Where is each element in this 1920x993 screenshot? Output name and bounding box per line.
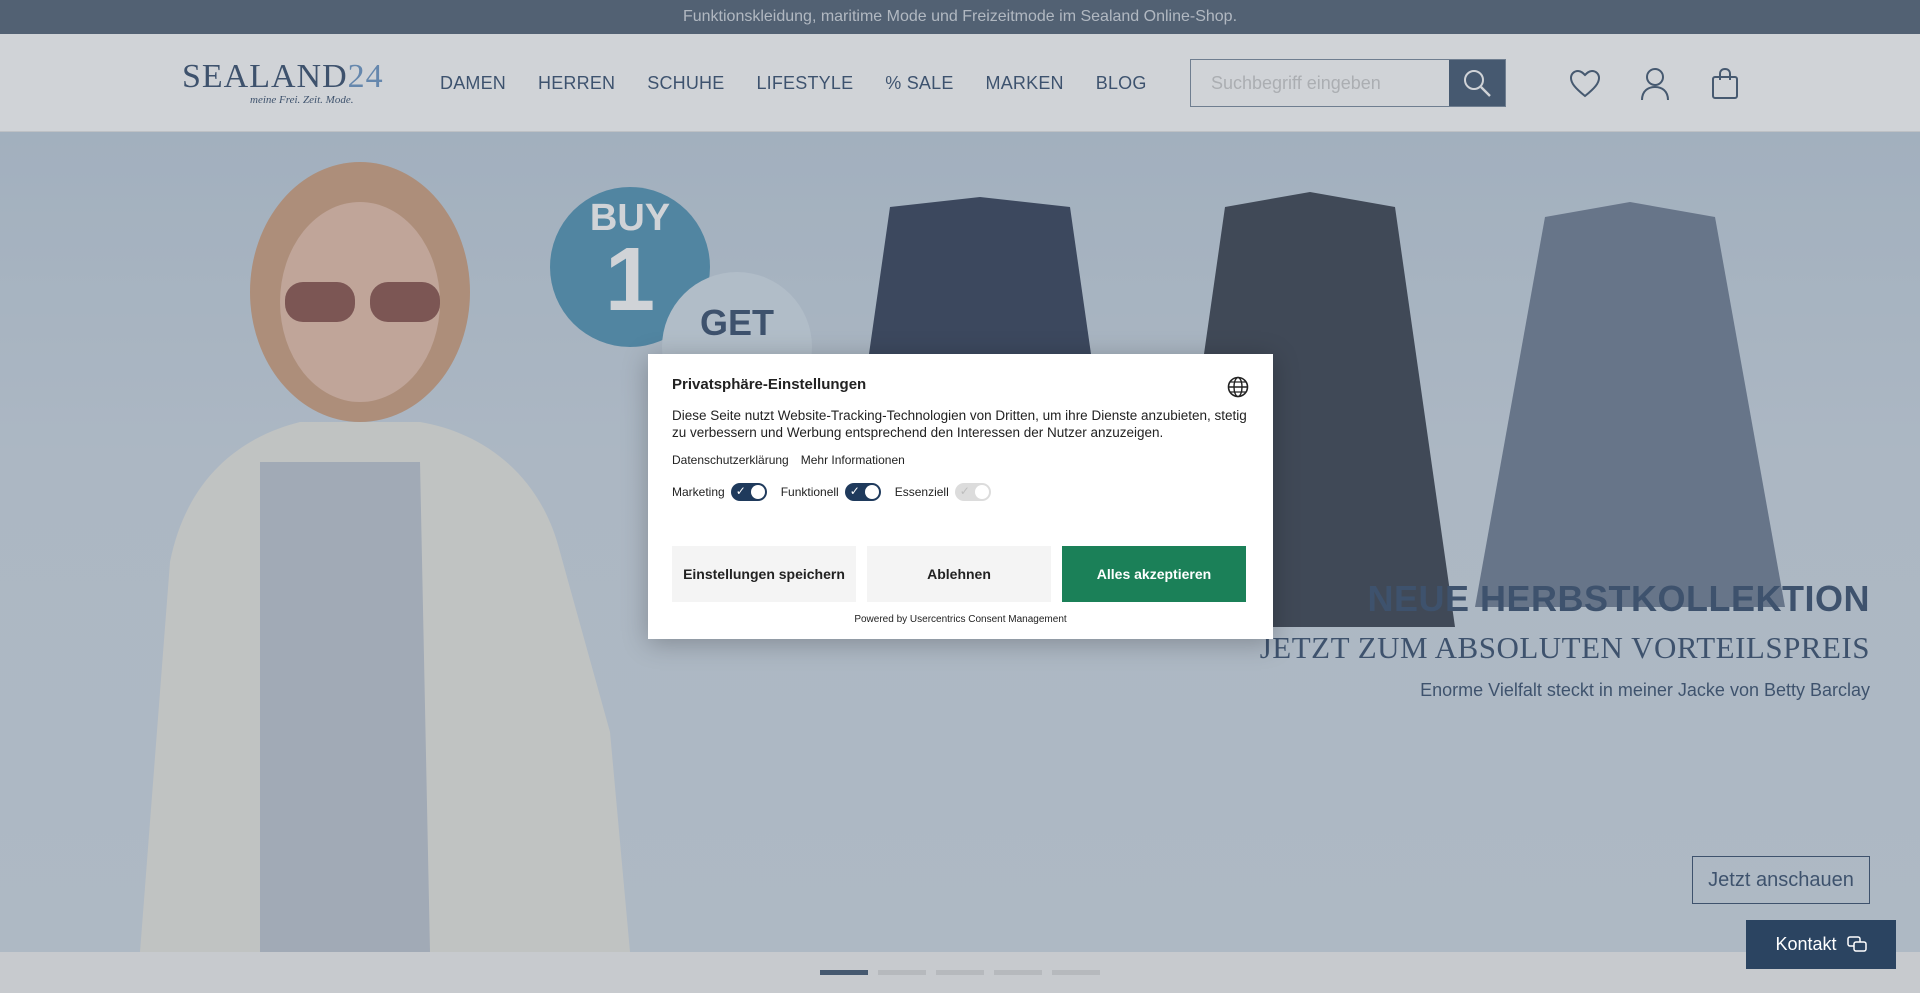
check-icon: ✓ xyxy=(849,484,860,498)
kontakt-button[interactable]: Kontakt xyxy=(1746,920,1896,969)
marketing-switch[interactable]: ✓ xyxy=(730,483,767,501)
consent-buttons: Einstellungen speichern Ablehnen Alles a… xyxy=(672,546,1246,602)
toggle-marketing-label: Marketing xyxy=(672,485,725,499)
reject-button[interactable]: Ablehnen xyxy=(867,546,1051,602)
powered-by-text: Powered by Usercentrics Consent Manageme… xyxy=(854,614,1067,625)
check-icon: ✓ xyxy=(959,484,970,498)
more-info-link[interactable]: Mehr Informationen xyxy=(801,453,905,467)
consent-title: Privatsphäre-Einstellungen xyxy=(672,376,867,393)
globe-icon[interactable] xyxy=(1227,376,1249,398)
toggle-funktionell-label: Funktionell xyxy=(780,485,839,499)
check-icon: ✓ xyxy=(735,484,746,498)
toggle-marketing: Marketing ✓ xyxy=(672,483,767,501)
essenziell-switch: ✓ xyxy=(954,483,991,501)
funktionell-switch[interactable]: ✓ xyxy=(844,483,881,501)
save-settings-button[interactable]: Einstellungen speichern xyxy=(672,546,856,602)
accept-all-button[interactable]: Alles akzeptieren xyxy=(1062,546,1246,602)
chat-icon xyxy=(1846,935,1867,952)
toggle-essenziell-label: Essenziell xyxy=(894,485,949,499)
consent-dialog: Privatsphäre-Einstellungen Diese Seite n… xyxy=(648,354,1273,639)
privacy-policy-link[interactable]: Datenschutzerklärung xyxy=(672,453,789,467)
consent-text: Diese Seite nutzt Website-Tracking-Techn… xyxy=(672,408,1247,440)
consent-toggles: Marketing ✓ Funktionell ✓ Essenziell ✓ xyxy=(672,483,1249,501)
kontakt-label: Kontakt xyxy=(1775,934,1837,954)
toggle-funktionell: Funktionell ✓ xyxy=(781,483,881,501)
consent-links: Datenschutzerklärung Mehr Informationen xyxy=(672,453,1249,467)
toggle-essenziell: Essenziell ✓ xyxy=(895,483,991,501)
